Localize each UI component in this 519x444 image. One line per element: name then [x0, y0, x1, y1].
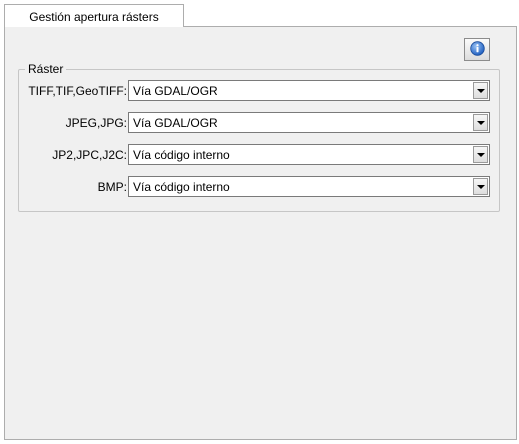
raster-group: Ráster TIFF,TIF,GeoTIFF: Vía GDAL/OGR JP…: [18, 62, 500, 212]
raster-group-legend: Ráster: [25, 62, 67, 76]
bmp-label: BMP:: [97, 180, 127, 194]
chevron-down-icon[interactable]: [473, 82, 488, 99]
tiff-combobox-value: Vía GDAL/OGR: [133, 84, 218, 98]
jp2-label: JP2,JPC,J2C:: [52, 148, 127, 162]
jpeg-combobox-value: Vía GDAL/OGR: [133, 116, 218, 130]
jpeg-label: JPEG,JPG:: [65, 116, 127, 130]
tiff-combobox[interactable]: Vía GDAL/OGR: [128, 80, 490, 101]
chevron-down-icon[interactable]: [473, 114, 488, 131]
tab-label: Gestión apertura rásters: [29, 10, 159, 24]
bmp-combobox[interactable]: Vía código interno: [128, 176, 490, 197]
chevron-down-icon[interactable]: [473, 178, 488, 195]
tiff-label: TIFF,TIF,GeoTIFF:: [28, 84, 127, 98]
jpeg-combobox[interactable]: Vía GDAL/OGR: [128, 112, 490, 133]
tab-panel: Ráster TIFF,TIF,GeoTIFF: Vía GDAL/OGR JP…: [4, 26, 517, 440]
jp2-combobox-value: Vía código interno: [133, 148, 230, 162]
chevron-down-icon[interactable]: [473, 146, 488, 163]
tab-gestion-apertura-rasters[interactable]: Gestión apertura rásters: [4, 4, 184, 27]
bmp-combobox-value: Vía código interno: [133, 180, 230, 194]
jp2-combobox[interactable]: Vía código interno: [128, 144, 490, 165]
info-button[interactable]: [464, 38, 490, 61]
info-icon: [469, 40, 485, 59]
